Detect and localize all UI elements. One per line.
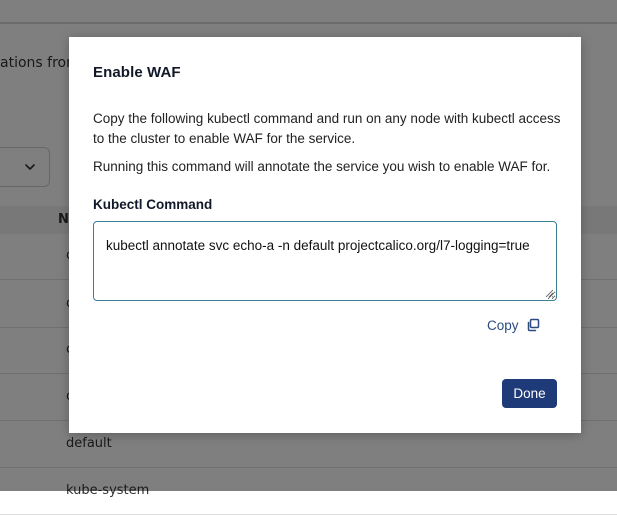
kubectl-command-text: kubectl annotate svc echo-a -n default p…	[106, 238, 530, 253]
kubectl-command-label: Kubectl Command	[93, 197, 213, 212]
done-button[interactable]: Done	[502, 379, 557, 408]
enable-waf-dialog: Enable WAF Copy the following kubectl co…	[69, 37, 581, 433]
dialog-instructions: Copy the following kubectl command and r…	[93, 111, 561, 146]
dialog-title: Enable WAF	[93, 64, 181, 81]
kubectl-command-field[interactable]: kubectl annotate svc echo-a -n default p…	[93, 221, 557, 301]
dialog-annotation-note: Running this command will annotate the s…	[93, 159, 551, 174]
copy-icon	[527, 318, 539, 332]
resize-handle-icon[interactable]	[545, 289, 554, 298]
copy-button[interactable]: Copy	[487, 315, 540, 335]
copy-button-label: Copy	[487, 317, 519, 333]
